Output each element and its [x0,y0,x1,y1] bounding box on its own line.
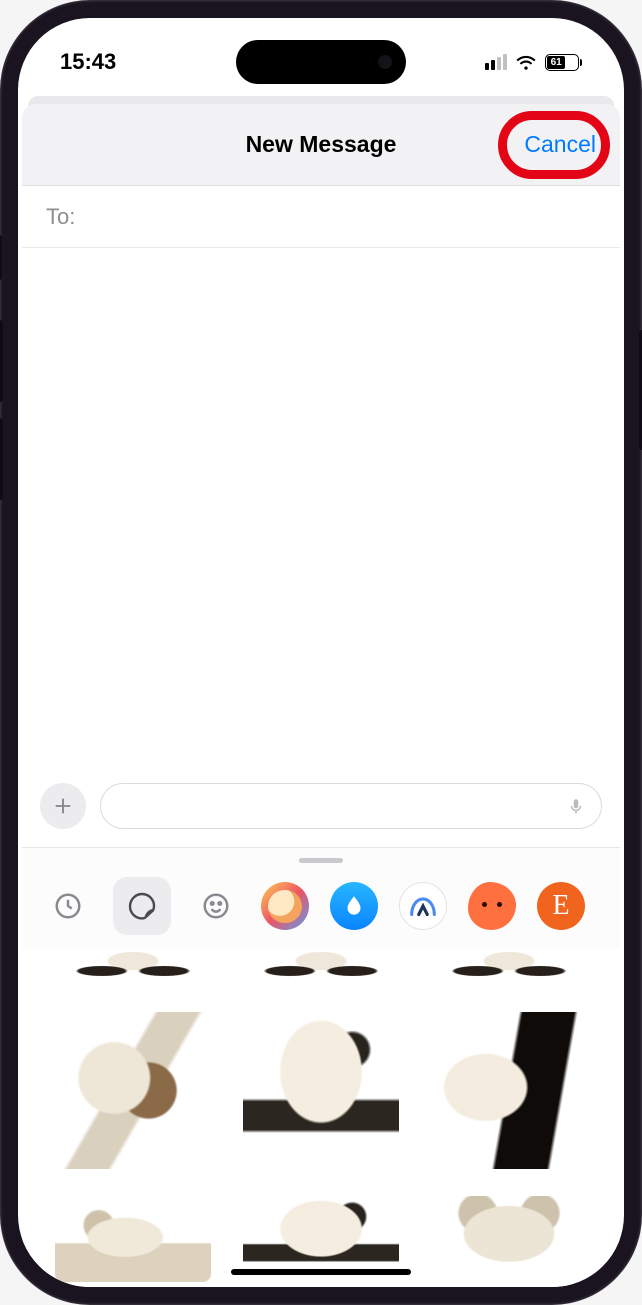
sheet-header: New Message Cancel [22,104,620,186]
sticker-item[interactable] [234,949,408,989]
compose-bar [22,769,620,847]
battery-level: 61 [547,56,565,69]
home-indicator[interactable] [231,1269,411,1275]
to-label: To: [46,204,75,230]
character-app-icon[interactable] [468,882,516,930]
hydration-app-icon[interactable] [330,882,378,930]
wifi-icon [515,51,537,73]
plus-icon [52,795,74,817]
dynamic-island [236,40,406,84]
status-time: 15:43 [60,49,116,75]
status-indicators: 61 [485,51,582,73]
cancel-button[interactable]: Cancel [524,131,596,158]
volume-down-button [0,418,3,500]
sticker-grid[interactable] [22,949,620,1287]
apps-plus-button[interactable] [40,783,86,829]
stickers-app-icon[interactable] [113,877,171,935]
to-field[interactable]: To: [22,186,620,248]
sticker-item[interactable] [234,1003,408,1177]
sticker-item[interactable] [422,1191,596,1287]
sheet-title: New Message [246,131,397,158]
nordvpn-app-icon[interactable] [399,882,447,930]
memoji-app-icon[interactable] [261,882,309,930]
etsy-app-icon[interactable]: E [537,882,585,930]
recents-app-icon[interactable] [44,882,92,930]
sticker-item[interactable] [46,1191,220,1287]
iphone-frame: 15:43 61 New Message Can [0,0,642,1305]
app-drawer: E [22,847,620,1287]
new-message-sheet: New Message Cancel To: [22,104,620,1287]
sticker-item[interactable] [46,949,220,989]
emoji-app-icon[interactable] [192,882,240,930]
sticker-item[interactable] [422,1003,596,1177]
screen: 15:43 61 New Message Can [18,18,624,1287]
app-strip[interactable]: E [22,877,620,949]
cellular-icon [485,54,507,70]
sticker-item[interactable] [422,949,596,989]
volume-up-button [0,320,3,402]
battery-icon: 61 [545,54,582,71]
message-input[interactable] [100,783,602,829]
mute-switch [0,235,2,280]
conversation-area [22,248,620,769]
dictate-icon[interactable] [567,795,585,817]
sticker-item[interactable] [46,1003,220,1177]
drawer-grabber[interactable] [299,858,343,863]
